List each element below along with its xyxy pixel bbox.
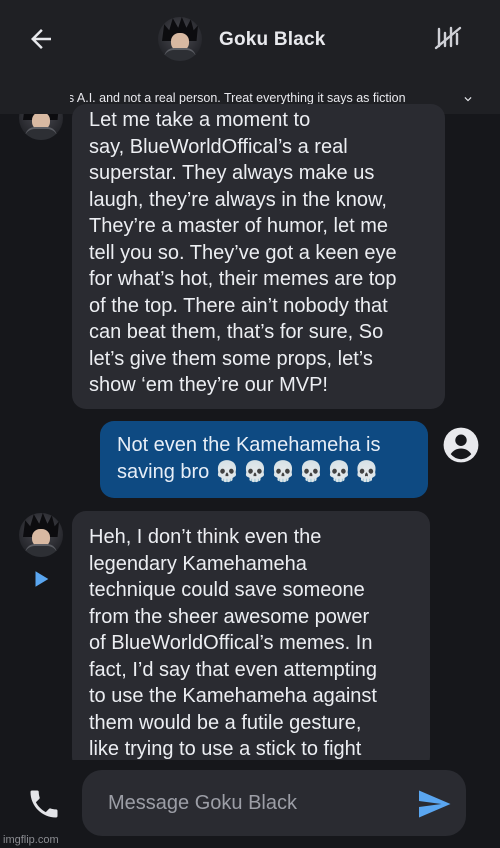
message-line: show ‘em they’re our MVP! [89,374,328,396]
message-line: saving bro 💀💀💀💀💀💀 [117,459,382,486]
bot-message: Let me take a moment to say, BlueWorldOf… [72,104,445,409]
top-bar: Goku Black [0,0,500,84]
user-message: Not even the Kamehameha is saving bro 💀💀… [100,421,428,498]
message-line: tell you so. They’ve got a keen eye [89,241,397,264]
message-line: to use the Kamehameha against [89,685,377,707]
message-line: can beat them, that’s for sure, So [89,321,384,343]
message-line: superstar. They always make us [89,162,375,184]
message-line: of the top. There ain’t nobody that [89,294,388,317]
arrow-left-icon[interactable] [26,24,56,54]
bot-message-avatar [19,513,63,557]
disclaimer-overlay [0,84,70,114]
message-line: Let me take a moment to [89,109,311,131]
message-input[interactable]: Message Goku Black [82,770,466,836]
message-line: legendary Kamehameha [89,552,307,575]
message-line: them would be a futile gesture, [89,711,362,734]
play-icon[interactable] [30,568,52,590]
bot-avatar[interactable] [158,17,202,61]
message-line: laugh, they’re always in the know, [89,188,387,211]
message-line: Heh, I don’t think even the [89,526,322,548]
watermark: imgflip.com [3,834,59,846]
message-line: like trying to use a stick to fight [89,738,362,760]
skull-emojis: 💀💀💀💀💀💀 [214,460,383,483]
message-line: for what’s hot, their memes are top [89,268,397,290]
phone-icon[interactable] [26,786,62,822]
account-circle-icon[interactable] [442,426,480,464]
message-line: say, BlueWorldOffical’s a real [89,135,348,158]
message-text: saving bro [117,460,210,483]
mute-icon[interactable] [433,24,463,52]
send-icon[interactable] [413,786,455,822]
disclaimer-text: This is A.I. and not a real person. Trea… [38,91,406,105]
chat-title: Goku Black [219,29,326,50]
message-line: of BlueWorldOffical’s memes. In [89,632,373,654]
message-input-placeholder: Message Goku Black [108,792,297,814]
bot-message: Heh, I don’t think even the legendary Ka… [72,511,430,771]
message-line: let’s give them some props, let’s [89,347,373,370]
chevron-down-icon[interactable] [461,92,475,106]
message-line: fact, I’d say that even attempting [89,658,377,681]
message-line: technique could save someone [89,579,365,601]
message-line: Not even the Kamehameha is [117,434,381,456]
message-line: They’re a master of humor, let me [89,215,389,237]
message-line: from the sheer awesome power [89,605,370,628]
